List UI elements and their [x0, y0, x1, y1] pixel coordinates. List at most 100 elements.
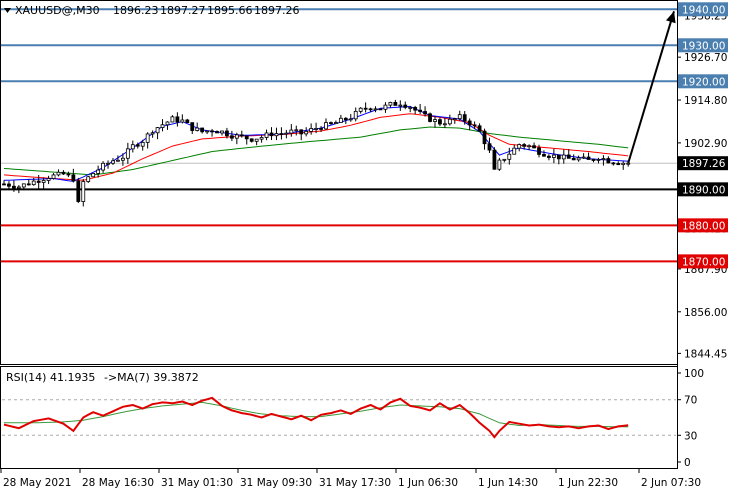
candle-body	[373, 108, 378, 111]
candle-body	[487, 143, 492, 151]
price-level-label: 1920.00	[682, 76, 725, 88]
candle-body	[517, 144, 522, 149]
candle-body	[220, 130, 224, 134]
time-tick-label: 31 May 17:30	[319, 477, 391, 489]
candle-body	[269, 132, 274, 137]
price-tick-label: 1856.00	[684, 307, 727, 319]
candle-body	[616, 163, 621, 165]
candle-body	[180, 119, 185, 123]
candle-body	[234, 134, 239, 139]
candle-body	[343, 117, 348, 121]
rsi-tick-label: 70	[684, 395, 697, 407]
price-tick-label: 1926.70	[684, 52, 727, 64]
candle-body	[507, 153, 512, 160]
candle-body	[423, 111, 427, 115]
candle-body	[46, 178, 51, 181]
candle-body	[442, 123, 447, 126]
candle-body	[86, 176, 91, 182]
time-tick-label: 1 Jun 14:30	[478, 477, 538, 489]
candle-body	[111, 160, 115, 164]
candle-body	[363, 107, 368, 110]
candle-body	[81, 181, 86, 202]
candle-body	[324, 122, 328, 130]
candle-body	[36, 180, 41, 183]
time-tick-label: 2 Jun 07:30	[641, 477, 701, 489]
candle-body	[41, 180, 46, 183]
candle-body	[170, 116, 175, 123]
candle-body	[398, 104, 403, 107]
candle-body	[101, 162, 105, 171]
candle-body	[512, 147, 517, 155]
candle-body	[210, 130, 214, 133]
candle-body	[274, 133, 279, 137]
candle-body	[581, 156, 586, 159]
candle-body	[195, 127, 200, 131]
chart-header: XAUUSD@,M30 1896.23 1897.27 1895.66 1897…	[4, 4, 300, 17]
main-chart-frame	[0, 0, 678, 365]
candle-body	[403, 104, 408, 108]
price-tick-label: 1914.80	[684, 95, 727, 107]
symbol-label: XAUUSD@,M30	[15, 4, 100, 17]
candle-body	[190, 122, 195, 131]
candle-body	[155, 127, 160, 134]
candle-body	[547, 155, 551, 158]
candle-body	[576, 157, 581, 161]
candle-body	[522, 144, 527, 147]
candle-body	[497, 159, 502, 170]
candle-body	[284, 132, 289, 135]
candle-body	[462, 114, 467, 122]
chart-window: 1938.251926.701914.801902.901879.101867.…	[0, 0, 736, 497]
candle-body	[467, 120, 472, 126]
price-level-labels: 1940.00 1930.00 1920.00 1890.00 1880.00 1870.…	[678, 2, 728, 269]
candle-body	[621, 162, 626, 165]
candle-body	[561, 154, 566, 160]
candle-body	[7, 183, 11, 187]
candle-body	[418, 109, 423, 112]
candle-body	[229, 135, 234, 139]
candle-body	[551, 154, 556, 158]
candle-body	[457, 114, 462, 120]
candle-body	[299, 129, 304, 135]
candle-body	[51, 174, 56, 179]
candle-body	[428, 113, 432, 122]
candle-body	[125, 148, 130, 159]
candle-body	[249, 138, 254, 142]
rsi-panel-frame	[0, 366, 678, 469]
candle-body	[71, 174, 76, 182]
candle-body	[358, 107, 363, 112]
open-value: 1896.23	[113, 4, 159, 17]
candle-body	[626, 162, 631, 165]
candle-body	[556, 154, 561, 160]
candle-body	[279, 133, 284, 135]
candle-body	[388, 102, 393, 106]
candle-body	[2, 183, 6, 186]
candle-body	[586, 156, 591, 160]
close-value: 1897.26	[254, 4, 300, 17]
candle-body	[566, 154, 571, 159]
candle-body	[348, 118, 353, 121]
candle-body	[447, 118, 452, 125]
candle-body	[66, 173, 71, 176]
price-level-label: 1930.00	[682, 40, 725, 52]
candle-body	[353, 110, 358, 120]
candle-body	[408, 107, 413, 109]
candle-body	[378, 108, 383, 111]
time-tick-label: 31 May 01:30	[161, 477, 233, 489]
candle-body	[225, 130, 229, 137]
candle-body	[175, 116, 180, 123]
candle-body	[135, 144, 140, 147]
candle-body	[482, 130, 487, 145]
price-level-label: 1940.00	[682, 4, 725, 16]
candle-body	[205, 130, 210, 133]
candle-body	[542, 154, 546, 157]
time-tick-label: 28 May 2021	[3, 477, 71, 489]
candle-body	[239, 134, 244, 137]
candle-body	[91, 173, 96, 178]
candle-body	[185, 119, 190, 124]
candle-body	[140, 141, 145, 147]
rsi-ma-label: ->MA(7) 39.3872	[104, 371, 199, 384]
candle-body	[314, 128, 318, 130]
candle-body	[21, 183, 26, 188]
candle-body	[472, 124, 477, 127]
candle-body	[304, 131, 309, 135]
